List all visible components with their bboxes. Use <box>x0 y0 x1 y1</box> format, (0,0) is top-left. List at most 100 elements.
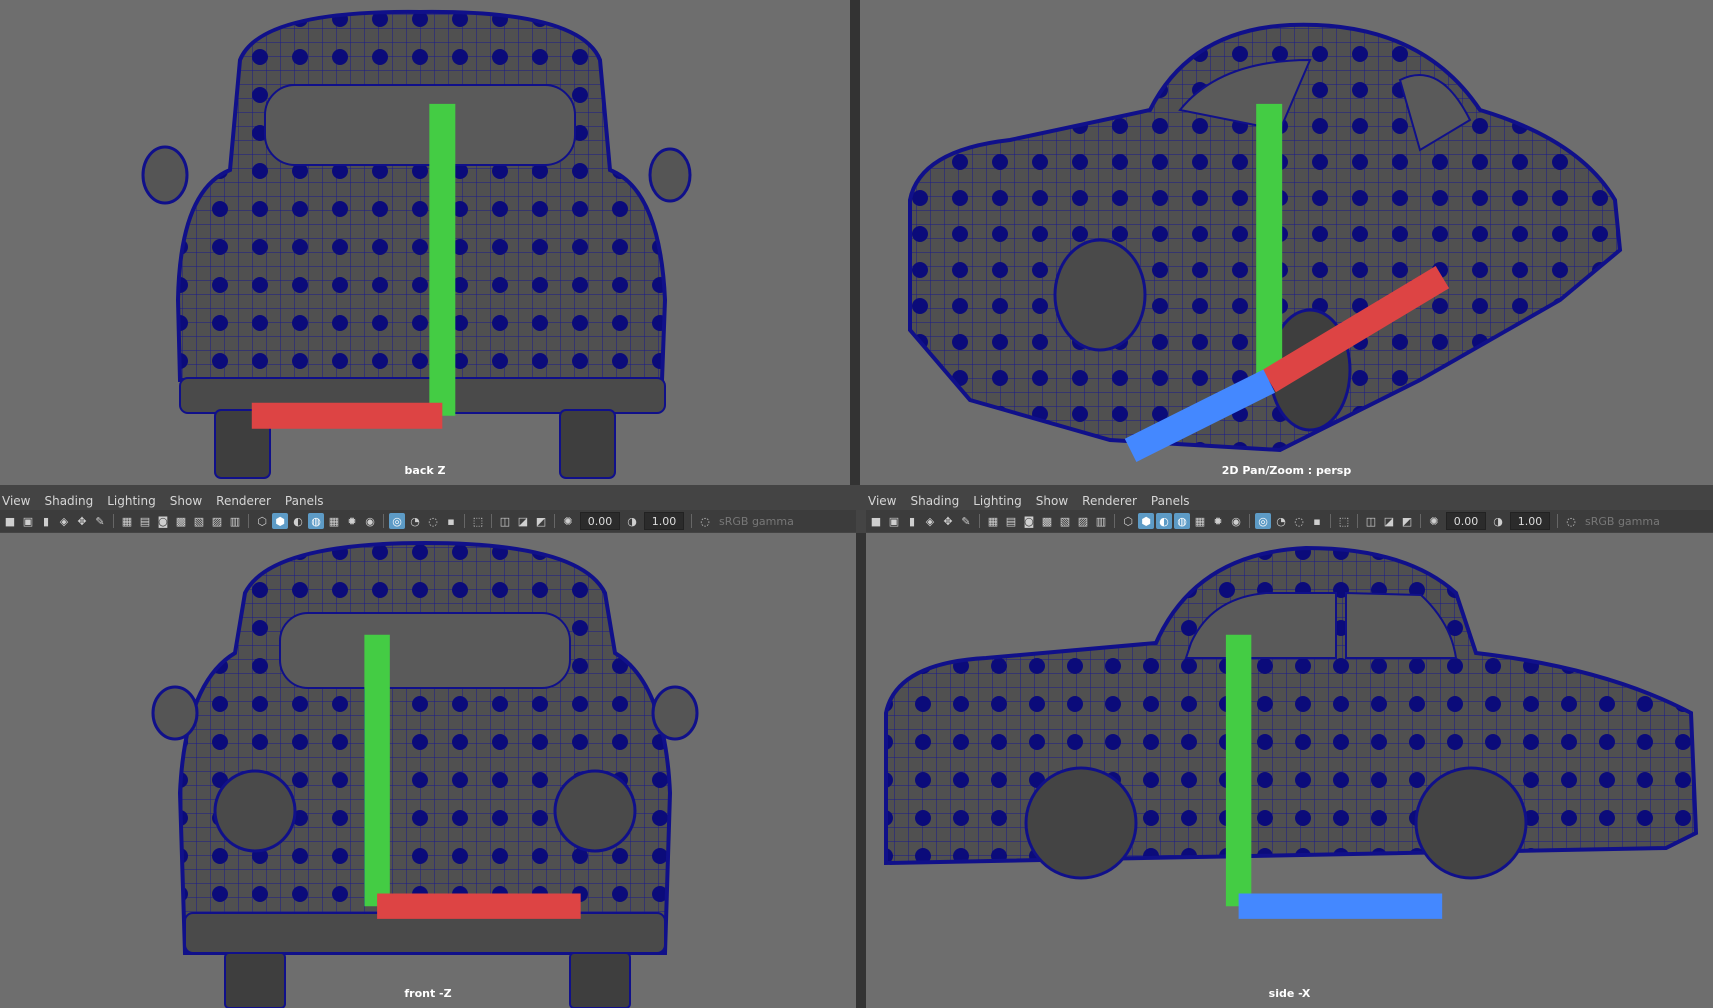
pan-zoom-icon[interactable]: ✥ <box>74 513 90 529</box>
lights-icon[interactable]: ✹ <box>344 513 360 529</box>
panel-bar-left: View Shading Lighting Show Renderer Pane… <box>0 491 856 533</box>
image-plane-icon[interactable]: ◈ <box>922 513 938 529</box>
gamma-icon[interactable]: ◑ <box>624 513 640 529</box>
gamma-icon[interactable]: ◑ <box>1490 513 1506 529</box>
bookmark-icon[interactable]: ▮ <box>38 513 54 529</box>
shadows-icon[interactable]: ◉ <box>1228 513 1244 529</box>
camera-label: front -Z <box>404 987 452 1000</box>
menu-panels[interactable]: Panels <box>285 494 324 508</box>
exposure-field[interactable]: 0.00 <box>1446 512 1486 530</box>
axis-gizmo-icon <box>1225 634 1443 919</box>
grease-pencil-icon[interactable]: ✎ <box>958 513 974 529</box>
panel-menu: View Shading Lighting Show Renderer Pane… <box>0 491 856 510</box>
viewport-back[interactable]: back Z <box>0 0 850 485</box>
smooth-shade-icon[interactable]: ⬢ <box>272 513 288 529</box>
pan-zoom-icon[interactable]: ✥ <box>940 513 956 529</box>
axis-gizmo-icon <box>1124 103 1450 462</box>
pane-divider-vertical-top[interactable] <box>850 0 860 485</box>
lights-icon[interactable]: ✹ <box>1210 513 1226 529</box>
isolate-select-icon[interactable]: ⬚ <box>470 513 486 529</box>
menu-show[interactable]: Show <box>170 494 202 508</box>
gamma-field[interactable]: 1.00 <box>1510 512 1550 530</box>
axis-gizmo-icon <box>251 103 456 429</box>
multisample-icon[interactable]: ◪ <box>1381 513 1397 529</box>
camera-label: 2D Pan/Zoom : persp <box>1221 464 1352 477</box>
gamma-field[interactable]: 1.00 <box>644 512 684 530</box>
field-chart-icon[interactable]: ▧ <box>191 513 207 529</box>
default-material-icon[interactable]: ◐ <box>290 513 306 529</box>
smooth-shade-icon[interactable]: ⬢ <box>1138 513 1154 529</box>
menu-renderer[interactable]: Renderer <box>216 494 271 508</box>
viewport-persp[interactable]: 2D Pan/Zoom : persp <box>860 0 1713 485</box>
camera-label: side -X <box>1268 987 1311 1000</box>
panel-menu: View Shading Lighting Show Renderer Pane… <box>866 491 1713 510</box>
camera-label: back Z <box>404 464 446 477</box>
multisample-icon[interactable]: ◪ <box>515 513 531 529</box>
camera-attr-icon[interactable]: ▣ <box>886 513 902 529</box>
isolate-select-icon[interactable]: ⬚ <box>1336 513 1352 529</box>
menu-lighting[interactable]: Lighting <box>973 494 1022 508</box>
colorspace-label[interactable]: sRGB gamma <box>1585 515 1660 528</box>
field-chart-icon[interactable]: ▧ <box>1057 513 1073 529</box>
menu-show[interactable]: Show <box>1036 494 1068 508</box>
camera-icon[interactable]: ■ <box>868 513 884 529</box>
menu-view[interactable]: View <box>868 494 896 508</box>
menu-shading[interactable]: Shading <box>910 494 959 508</box>
pane-divider-vertical-bottom[interactable] <box>856 533 866 1008</box>
colorspace-label[interactable]: sRGB gamma <box>719 515 794 528</box>
ambient-occlusion-icon[interactable]: ▪ <box>443 513 459 529</box>
safe-action-icon[interactable]: ▨ <box>209 513 225 529</box>
depth-of-field-icon[interactable]: ◩ <box>1399 513 1415 529</box>
safe-action-icon[interactable]: ▨ <box>1075 513 1091 529</box>
color-management-icon[interactable]: ◌ <box>1563 513 1579 529</box>
wireframe-on-shaded-icon[interactable]: ◍ <box>308 513 324 529</box>
menu-lighting[interactable]: Lighting <box>107 494 156 508</box>
menu-panels[interactable]: Panels <box>1151 494 1190 508</box>
bookmark-icon[interactable]: ▮ <box>904 513 920 529</box>
camera-icon[interactable]: ■ <box>2 513 18 529</box>
film-gate-icon[interactable]: ▤ <box>1003 513 1019 529</box>
wireframe-icon[interactable]: ⬡ <box>254 513 270 529</box>
shadows-icon[interactable]: ◉ <box>362 513 378 529</box>
axis-gizmo-icon <box>364 634 581 919</box>
panel-toolbar: ■ ▣ ▮ ◈ ✥ ✎ ▦ ▤ ◙ ▩ ▧ ▨ ▥ ⬡ ⬢ ◐ ◍ ▦ ✹ ◉ … <box>866 510 1713 532</box>
motion-blur-icon[interactable]: ◫ <box>497 513 513 529</box>
grid-icon[interactable]: ▦ <box>985 513 1001 529</box>
backface-icon[interactable]: ◌ <box>1291 513 1307 529</box>
exposure-icon[interactable]: ✺ <box>560 513 576 529</box>
motion-blur-icon[interactable]: ◫ <box>1363 513 1379 529</box>
xray-icon[interactable]: ◎ <box>389 513 405 529</box>
camera-attr-icon[interactable]: ▣ <box>20 513 36 529</box>
wireframe-on-shaded-icon[interactable]: ◍ <box>1174 513 1190 529</box>
textured-icon[interactable]: ▦ <box>1192 513 1208 529</box>
resolution-gate-icon[interactable]: ◙ <box>155 513 171 529</box>
wireframe-icon[interactable]: ⬡ <box>1120 513 1136 529</box>
menu-shading[interactable]: Shading <box>44 494 93 508</box>
menu-view[interactable]: View <box>2 494 30 508</box>
viewport-front[interactable]: front -Z <box>0 533 856 1008</box>
safe-title-icon[interactable]: ▥ <box>1093 513 1109 529</box>
ambient-occlusion-icon[interactable]: ▪ <box>1309 513 1325 529</box>
safe-title-icon[interactable]: ▥ <box>227 513 243 529</box>
gate-mask-icon[interactable]: ▩ <box>1039 513 1055 529</box>
panel-bar-right: View Shading Lighting Show Renderer Pane… <box>866 491 1713 533</box>
menu-renderer[interactable]: Renderer <box>1082 494 1137 508</box>
viewport-side[interactable]: side -X <box>866 533 1713 1008</box>
xray-joints-icon[interactable]: ◔ <box>1273 513 1289 529</box>
panel-toolbar: ■ ▣ ▮ ◈ ✥ ✎ ▦ ▤ ◙ ▩ ▧ ▨ ▥ ⬡ ⬢ ◐ ◍ ▦ ✹ ◉ … <box>0 510 856 532</box>
image-plane-icon[interactable]: ◈ <box>56 513 72 529</box>
exposure-icon[interactable]: ✺ <box>1426 513 1442 529</box>
exposure-field[interactable]: 0.00 <box>580 512 620 530</box>
backface-icon[interactable]: ◌ <box>425 513 441 529</box>
xray-icon[interactable]: ◎ <box>1255 513 1271 529</box>
resolution-gate-icon[interactable]: ◙ <box>1021 513 1037 529</box>
grease-pencil-icon[interactable]: ✎ <box>92 513 108 529</box>
textured-icon[interactable]: ▦ <box>326 513 342 529</box>
default-material-icon[interactable]: ◐ <box>1156 513 1172 529</box>
color-management-icon[interactable]: ◌ <box>697 513 713 529</box>
film-gate-icon[interactable]: ▤ <box>137 513 153 529</box>
xray-joints-icon[interactable]: ◔ <box>407 513 423 529</box>
gate-mask-icon[interactable]: ▩ <box>173 513 189 529</box>
depth-of-field-icon[interactable]: ◩ <box>533 513 549 529</box>
grid-icon[interactable]: ▦ <box>119 513 135 529</box>
